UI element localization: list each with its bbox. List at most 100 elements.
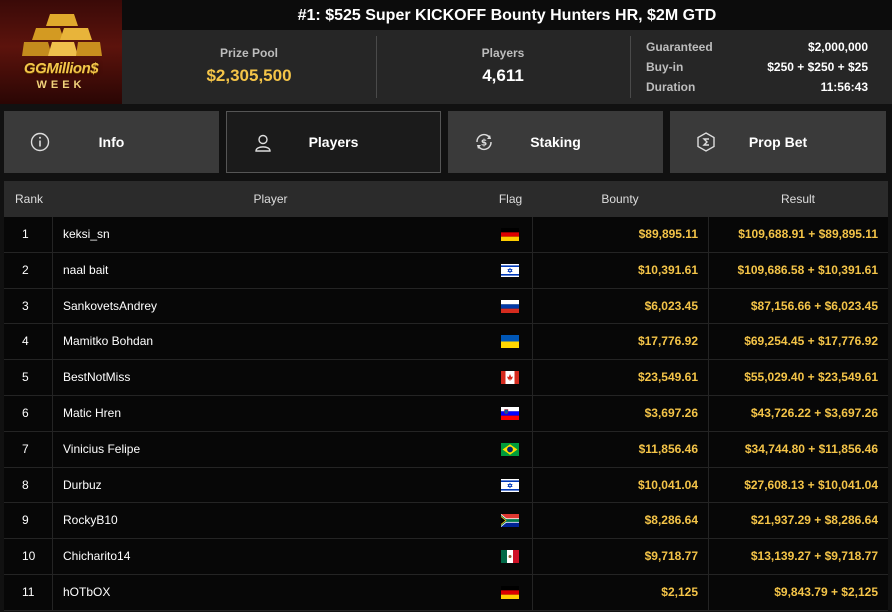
duration-label: Duration	[646, 80, 696, 94]
player-name-cell[interactable]: hOTbOX	[52, 574, 489, 610]
prize-pool-value: $2,305,500	[206, 66, 292, 85]
player-name-cell[interactable]: RockyB10	[52, 503, 489, 539]
tab-prop-bet[interactable]: Prop Bet	[670, 111, 886, 173]
rank-cell: 10	[22, 549, 36, 564]
table-row[interactable]: 3 SankovetsAndrey $6,023.45 $87,156.66 + $6…	[4, 288, 888, 325]
si-flag-icon	[501, 406, 519, 420]
ua-flag-icon	[501, 335, 519, 349]
player-name-cell[interactable]: BestNotMiss	[52, 360, 489, 395]
header-bounty[interactable]: Bounty	[532, 181, 708, 217]
gold-bars-icon	[22, 14, 102, 56]
br-flag-icon	[501, 442, 519, 456]
table-row[interactable]: 4 Mamitko Bohdan $17,776.92 $69,254.45 + $1…	[4, 324, 888, 361]
logo-brand-text: GGMillion$	[23, 60, 99, 77]
rank-cell: 2	[22, 262, 29, 277]
player-name-cell[interactable]: Durbuz	[52, 467, 489, 503]
il-flag-icon	[501, 263, 519, 277]
players-label: Players	[481, 46, 525, 60]
tab-info-label: Info	[98, 134, 125, 150]
result-cell: $87,156.66 + $6,023.45	[708, 288, 888, 324]
stats-divider	[630, 36, 631, 98]
tab-staking-label: Staking	[530, 134, 581, 150]
prize-pool-stat: Prize Pool $2,305,500	[122, 30, 376, 104]
buyin-label: Buy-in	[646, 60, 684, 74]
tab-players-label: Players	[308, 134, 359, 150]
result-cell: $21,937.29 + $8,286.64	[708, 503, 888, 539]
result-cell: $34,744.80 + $11,856.46	[708, 431, 888, 467]
player-name-cell[interactable]: Matic Hren	[52, 395, 489, 431]
rank-cell: 11	[22, 584, 35, 599]
duration-value: 11:56:43	[820, 80, 868, 94]
tab-prop-bet-label: Prop Bet	[748, 134, 808, 150]
result-cell: $55,029.40 + $23,549.61	[708, 360, 888, 395]
svg-text:$: $	[481, 139, 487, 149]
dollar-cycle-icon: $	[476, 133, 492, 151]
player-name-cell[interactable]: keksi_sn	[52, 217, 489, 252]
player-name-cell[interactable]: SankovetsAndrey	[52, 288, 489, 324]
table-row[interactable]: 9 RockyB10 $8,286.64 $21,937.29 + $8,286.64	[4, 503, 888, 540]
bounty-cell: $89,895.11	[532, 217, 708, 252]
de-flag-icon	[501, 585, 519, 599]
tournament-details: Guaranteed $2,000,000 Buy-in $250 + $250 +…	[646, 38, 868, 98]
result-cell: $69,254.45 + $17,776.92	[708, 324, 888, 360]
tournament-title: #1: $525 Super KICKOFF Bounty Hunters HR…	[122, 0, 892, 30]
bounty-cell: $11,856.46	[532, 431, 708, 467]
rank-cell: 9	[22, 513, 29, 528]
bounty-cell: $10,041.04	[532, 467, 708, 503]
result-cell: $13,139.27 + $9,718.77	[708, 539, 888, 574]
players-table: Rank Player Flag Bounty Result 1 keksi_sn…	[4, 181, 888, 611]
bounty-cell: $8,286.64	[532, 503, 708, 539]
guaranteed-value: $2,000,000	[807, 40, 868, 54]
table-row[interactable]: 10 Chicharito14 $9,718.77 $13,139.27 + $9,7…	[4, 539, 888, 575]
result-cell: $109,688.91 + $89,895.11	[708, 217, 888, 252]
rank-cell: 7	[22, 441, 29, 456]
result-cell: $109,686.58 + $10,391.61	[708, 252, 888, 288]
player-name-cell[interactable]: naal bait	[52, 252, 489, 288]
tab-players[interactable]: Players	[226, 111, 441, 173]
player-name-cell[interactable]: Vinicius Felipe	[52, 431, 489, 467]
de-flag-icon	[501, 228, 519, 241]
table-header: Rank Player Flag Bounty Result	[4, 181, 888, 217]
bounty-cell: $17,776.92	[532, 324, 708, 360]
table-row[interactable]: 6 Matic Hren $3,697.26 $43,726.22 + $3,697.…	[4, 395, 888, 432]
table-row[interactable]: 5 BestNotMiss $23,549.61 $55,029.40 + $23,5…	[4, 360, 888, 396]
table-row[interactable]: 7 Vinicius Felipe $11,856.46 $34,744.80 + $…	[4, 431, 888, 468]
bounty-cell: $3,697.26	[532, 395, 708, 431]
bounty-cell: $2,125	[532, 574, 708, 610]
ggmillions-week-logo: GGMillion$ WEEK	[0, 0, 122, 104]
table-row[interactable]: 2 naal bait $10,391.61 $109,686.58 + $10,39…	[4, 252, 888, 289]
tab-info[interactable]: Info	[4, 111, 219, 173]
za-flag-icon	[501, 514, 519, 528]
rank-cell: 3	[22, 298, 29, 313]
player-name-cell[interactable]: Chicharito14	[52, 539, 489, 574]
ca-flag-icon	[501, 371, 519, 385]
rank-cell: 1	[22, 227, 29, 241]
table-row[interactable]: 11 hOTbOX $2,125 $9,843.79 + $2,125	[4, 574, 888, 611]
tab-staking[interactable]: $ Staking	[448, 111, 663, 173]
rank-cell: 6	[22, 405, 29, 420]
rank-cell: 5	[22, 370, 29, 385]
result-cell: $43,726.22 + $3,697.26	[708, 395, 888, 431]
players-value: 4,611	[482, 66, 524, 85]
header-flag[interactable]: Flag	[489, 181, 532, 217]
result-cell: $27,608.13 + $10,041.04	[708, 467, 888, 503]
players-stat: Players 4,611	[376, 30, 630, 104]
guaranteed-label: Guaranteed	[646, 40, 713, 54]
result-cell: $9,843.79 + $2,125	[708, 574, 888, 610]
player-name-cell[interactable]: Mamitko Bohdan	[52, 324, 489, 360]
header-rank[interactable]: Rank	[4, 181, 52, 217]
table-row[interactable]: 1 keksi_sn $89,895.11 $109,688.91 + $89,895…	[4, 217, 888, 253]
header-result[interactable]: Result	[708, 181, 888, 217]
rank-cell: 8	[22, 477, 29, 492]
tournament-stats: Prize Pool $2,305,500 Players 4,611 Guar…	[122, 30, 892, 104]
buyin-value: $250 + $250 + $25	[767, 60, 868, 74]
info-icon	[30, 132, 50, 152]
bounty-cell: $23,549.61	[532, 360, 708, 395]
header-player[interactable]: Player	[52, 181, 489, 217]
table-row[interactable]: 8 Durbuz $10,041.04 $27,608.13 + $10,041.04	[4, 467, 888, 504]
il-flag-icon	[501, 478, 519, 492]
user-icon	[255, 134, 271, 152]
bounty-cell: $9,718.77	[532, 539, 708, 574]
mx-flag-icon	[501, 550, 519, 564]
bounty-cell: $10,391.61	[532, 252, 708, 288]
